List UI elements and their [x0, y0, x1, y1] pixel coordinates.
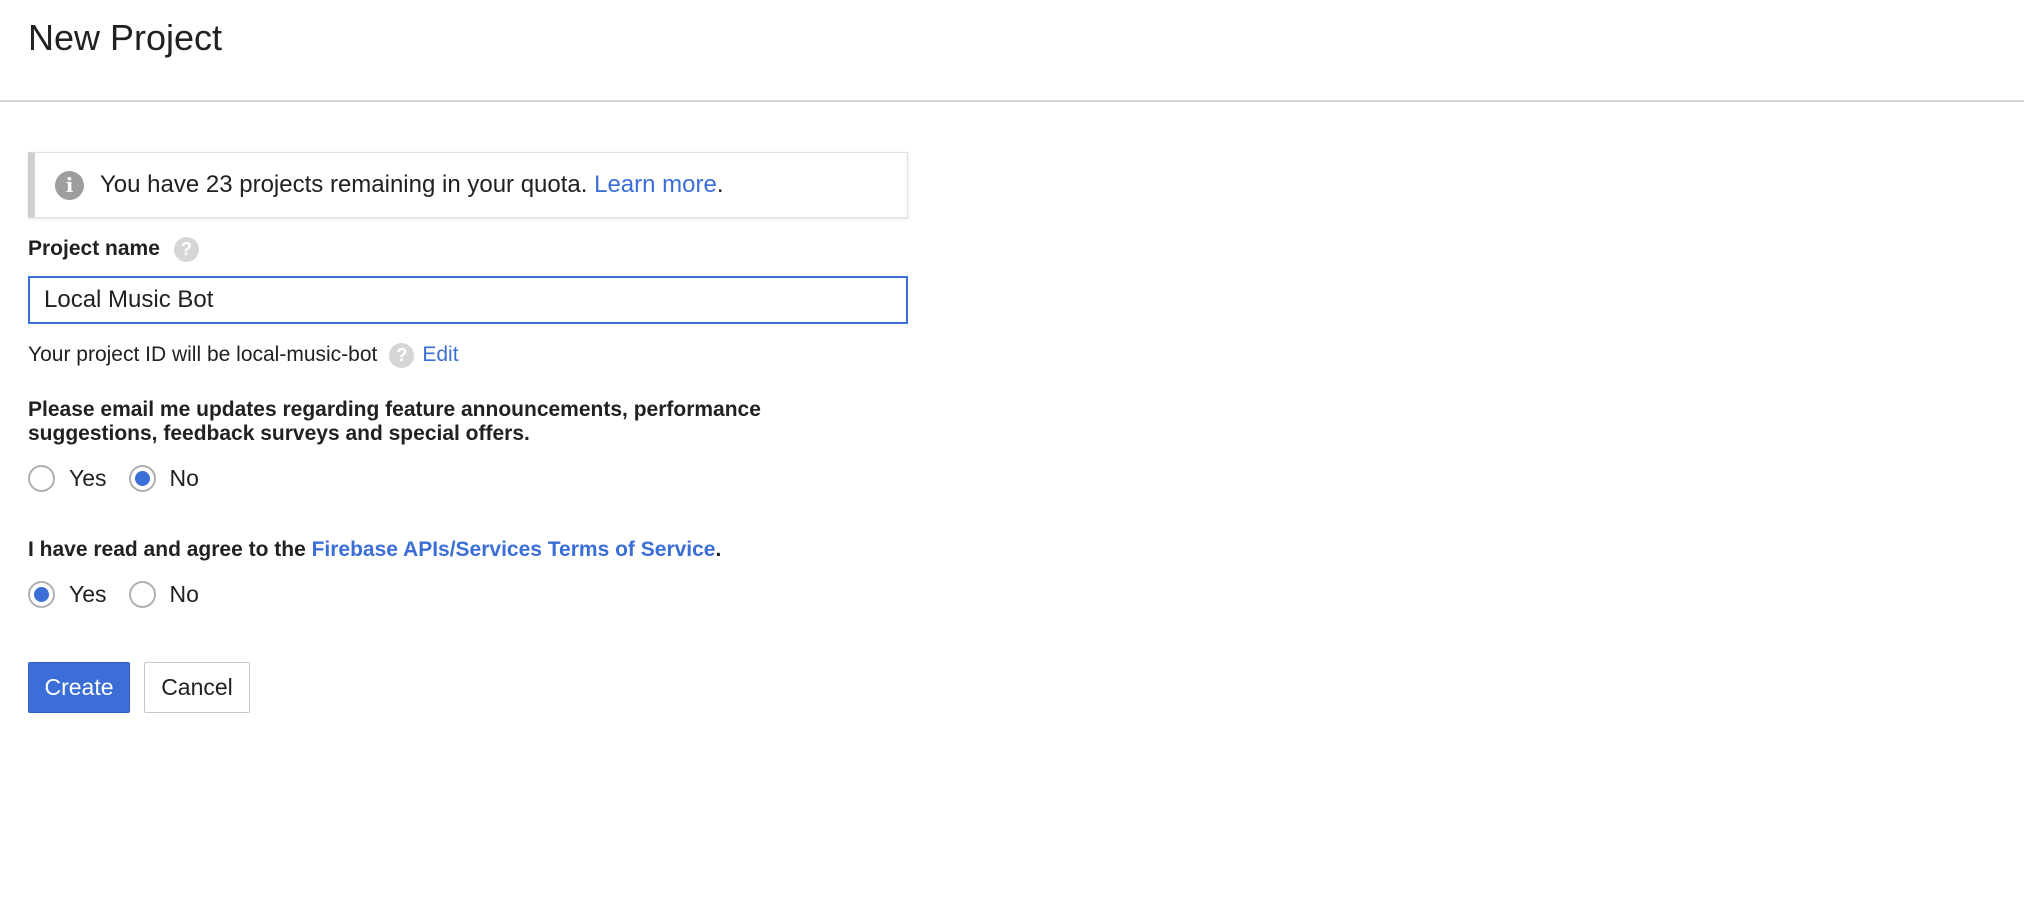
- radio-unchecked-icon[interactable]: [128, 580, 156, 608]
- terms-no-option[interactable]: No: [128, 580, 199, 608]
- project-id-row: Your project ID will be local-music-bot …: [28, 340, 908, 370]
- project-name-label-row: Project name ?: [28, 234, 908, 264]
- terms-prefix: I have read and agree to the: [28, 538, 312, 561]
- new-project-page: New Project i You have 23 projects remai…: [0, 0, 2024, 916]
- help-icon[interactable]: ?: [389, 342, 415, 368]
- project-name-input[interactable]: [28, 276, 908, 324]
- learn-more-link[interactable]: Learn more: [594, 171, 717, 199]
- new-project-form: i You have 23 projects remaining in your…: [28, 152, 908, 713]
- info-icon: i: [55, 170, 84, 200]
- create-button[interactable]: Create: [28, 662, 130, 713]
- terms-agreement-text: I have read and agree to the Firebase AP…: [28, 538, 908, 562]
- cancel-button[interactable]: Cancel: [144, 662, 250, 713]
- page-title: New Project: [28, 17, 223, 58]
- email-updates-radio-group: Yes No: [28, 458, 908, 498]
- radio-label: Yes: [69, 464, 107, 491]
- radio-label: Yes: [69, 580, 107, 607]
- email-updates-question: Please email me updates regarding featur…: [28, 398, 761, 445]
- email-updates-yes-option[interactable]: Yes: [28, 464, 107, 492]
- quota-notice: i You have 23 projects remaining in your…: [28, 152, 908, 218]
- edit-project-id-link[interactable]: Edit: [422, 343, 458, 367]
- terms-of-service-link[interactable]: Firebase APIs/Services Terms of Service: [312, 538, 716, 561]
- radio-checked-icon[interactable]: [28, 580, 55, 608]
- help-icon[interactable]: ?: [173, 236, 199, 262]
- email-updates-no-option[interactable]: No: [128, 464, 199, 492]
- terms-yes-option[interactable]: Yes: [28, 580, 107, 608]
- terms-radio-group: Yes No: [28, 574, 908, 614]
- terms-suffix: .: [715, 538, 722, 561]
- form-actions: Create Cancel: [28, 662, 908, 713]
- project-id-text: Your project ID will be local-music-bot: [28, 343, 378, 366]
- radio-checked-icon[interactable]: [128, 464, 156, 492]
- quota-notice-suffix: .: [716, 171, 724, 198]
- radio-unchecked-icon[interactable]: [28, 464, 55, 492]
- radio-label: No: [169, 580, 199, 607]
- page-header: New Project: [0, 0, 2024, 102]
- quota-notice-text: You have 23 projects remaining in your q…: [100, 171, 588, 198]
- radio-label: No: [169, 464, 199, 491]
- project-name-label: Project name: [28, 237, 160, 260]
